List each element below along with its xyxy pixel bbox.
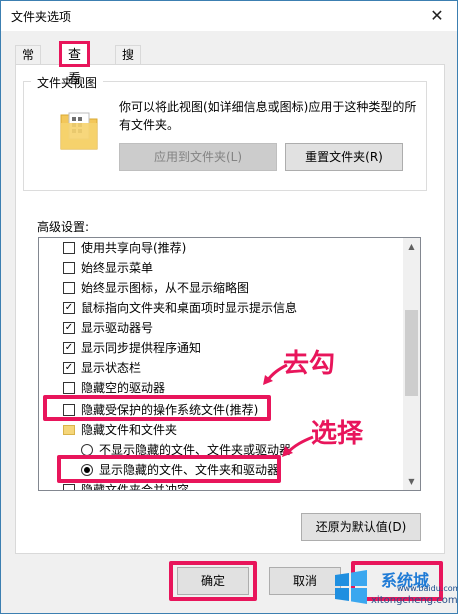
advanced-settings-list[interactable]: 使用共享向导(推荐) 始终显示菜单 始终显示图标，从不显示缩略图 ✓ 鼠标指向文…: [38, 237, 421, 491]
advanced-settings-label: 高级设置:: [37, 220, 90, 234]
tab-search[interactable]: 搜索: [115, 45, 142, 81]
folder-icon: [63, 425, 75, 435]
highlight-show-hidden-files: [57, 455, 281, 483]
checkbox[interactable]: [63, 484, 75, 490]
list-item-label: 显示驱动器号: [81, 321, 154, 335]
watermark-url: xitongcheng.com: [371, 595, 458, 606]
checkbox[interactable]: [63, 282, 75, 294]
checkbox[interactable]: [63, 242, 75, 254]
folder-view-description: 你可以将此视图(如详细信息或图标)应用于这种类型的所有文件夹。: [119, 100, 417, 132]
tab-view[interactable]: 查看: [59, 41, 91, 87]
highlight-hide-protected-files: [43, 395, 271, 421]
list-item-label: 显示状态栏: [81, 361, 142, 375]
folder-view-icon: [60, 112, 98, 150]
windows-logo-icon: [335, 570, 367, 604]
title-bar: 文件夹选项 ✕: [1, 1, 457, 31]
scroll-down-icon[interactable]: ▼: [403, 473, 420, 490]
list-item-label: 显示同步提供程序通知: [81, 341, 202, 355]
restore-defaults-button[interactable]: 还原为默认值(D): [301, 513, 421, 541]
folder-view-legend: 文件夹视图: [31, 74, 104, 91]
window-title: 文件夹选项: [11, 10, 72, 24]
checkbox-checked[interactable]: ✓: [63, 322, 75, 334]
checkbox[interactable]: [63, 382, 75, 394]
apply-to-folders-button[interactable]: 应用到文件夹(L): [119, 143, 277, 171]
checkbox-checked[interactable]: ✓: [63, 362, 75, 374]
annotation-uncheck: 去勾: [283, 349, 336, 379]
scroll-thumb[interactable]: [405, 310, 418, 396]
watermark-logo: 系统城 www.baidu.com xitongcheng.com: [331, 561, 458, 613]
list-item-label: 始终显示菜单: [81, 261, 154, 275]
watermark-subtext: www.baidu.com: [397, 584, 458, 593]
folder-options-dialog: 文件夹选项 ✕ 常规 查看 搜索 文件夹视图 你可以将此视图(如详细信息或图标)…: [0, 0, 458, 614]
list-item-label: 鼠标指向文件夹和桌面项时显示提示信息: [81, 301, 298, 315]
reset-folders-button[interactable]: 重置文件夹(R): [285, 143, 403, 171]
annotation-select: 选择: [311, 419, 364, 449]
checkbox-checked[interactable]: ✓: [63, 342, 75, 354]
list-item-label: 始终显示图标，从不显示缩略图: [81, 281, 250, 295]
list-item-label: 隐藏文件和文件夹: [81, 423, 178, 437]
checkbox-checked[interactable]: ✓: [63, 302, 75, 314]
list-scrollbar[interactable]: ▲ ▼: [403, 238, 420, 490]
close-icon[interactable]: ✕: [423, 3, 451, 29]
checkbox[interactable]: [63, 262, 75, 274]
annotation-arrow-icon: [282, 435, 314, 457]
scroll-up-icon[interactable]: ▲: [403, 238, 420, 255]
annotation-arrow-icon: [263, 363, 288, 385]
tab-general[interactable]: 常规: [15, 45, 42, 81]
list-item-label: 使用共享向导(推荐): [81, 241, 187, 255]
highlight-ok-button: [169, 561, 257, 601]
